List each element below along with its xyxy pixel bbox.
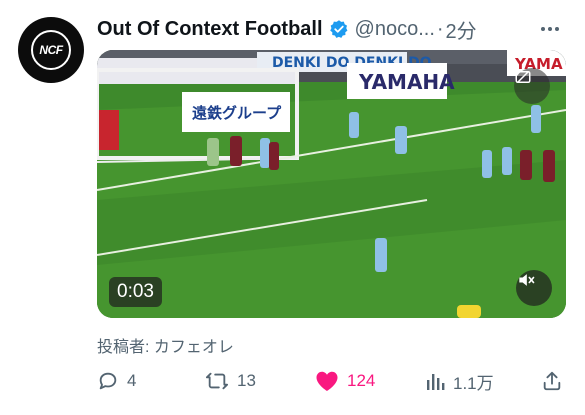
video-player[interactable]: DENKI DO DENKI DO YAMAHA YAMA 遠鉄グループ bbox=[97, 50, 566, 318]
repost-button[interactable]: 13 bbox=[205, 366, 256, 396]
views-button[interactable]: 1.1万 bbox=[425, 366, 494, 396]
heart-icon bbox=[316, 371, 338, 391]
video-timecode: 0:03 bbox=[109, 277, 162, 307]
like-count: 124 bbox=[347, 371, 376, 390]
repost-icon bbox=[206, 372, 228, 390]
reply-button[interactable]: 4 bbox=[97, 366, 136, 396]
video-frame: DENKI DO DENKI DO YAMAHA YAMA 遠鉄グループ bbox=[97, 50, 566, 318]
verified-badge-icon bbox=[329, 19, 349, 39]
timestamp[interactable]: 2分 bbox=[446, 15, 477, 44]
repost-count: 13 bbox=[237, 371, 256, 390]
svg-text:遠鉄グループ: 遠鉄グループ bbox=[192, 104, 282, 122]
picture-in-picture-icon[interactable] bbox=[514, 68, 550, 104]
tweet-header: Out Of Context Football @noco... · 2分 bbox=[97, 14, 565, 44]
share-button[interactable] bbox=[541, 366, 563, 396]
handle[interactable]: @noco... bbox=[355, 18, 435, 41]
reply-count: 4 bbox=[127, 371, 137, 390]
views-count: 1.1万 bbox=[453, 373, 494, 393]
like-button[interactable]: 124 bbox=[315, 366, 375, 396]
avatar-logo: NCF bbox=[31, 30, 71, 70]
display-name[interactable]: Out Of Context Football bbox=[97, 18, 323, 41]
tweet-actions: 4 13 124 1.1万 bbox=[97, 366, 566, 396]
more-options-icon[interactable] bbox=[535, 14, 565, 44]
share-icon bbox=[543, 371, 561, 391]
media-credit[interactable]: 投稿者: カフェオレ bbox=[97, 333, 234, 357]
separator-dot: · bbox=[436, 17, 444, 40]
svg-text:YAMAHA: YAMAHA bbox=[358, 70, 455, 94]
reply-icon bbox=[99, 372, 117, 390]
avatar[interactable]: NCF bbox=[18, 17, 84, 83]
mute-icon[interactable] bbox=[516, 270, 552, 306]
views-icon bbox=[427, 374, 445, 390]
